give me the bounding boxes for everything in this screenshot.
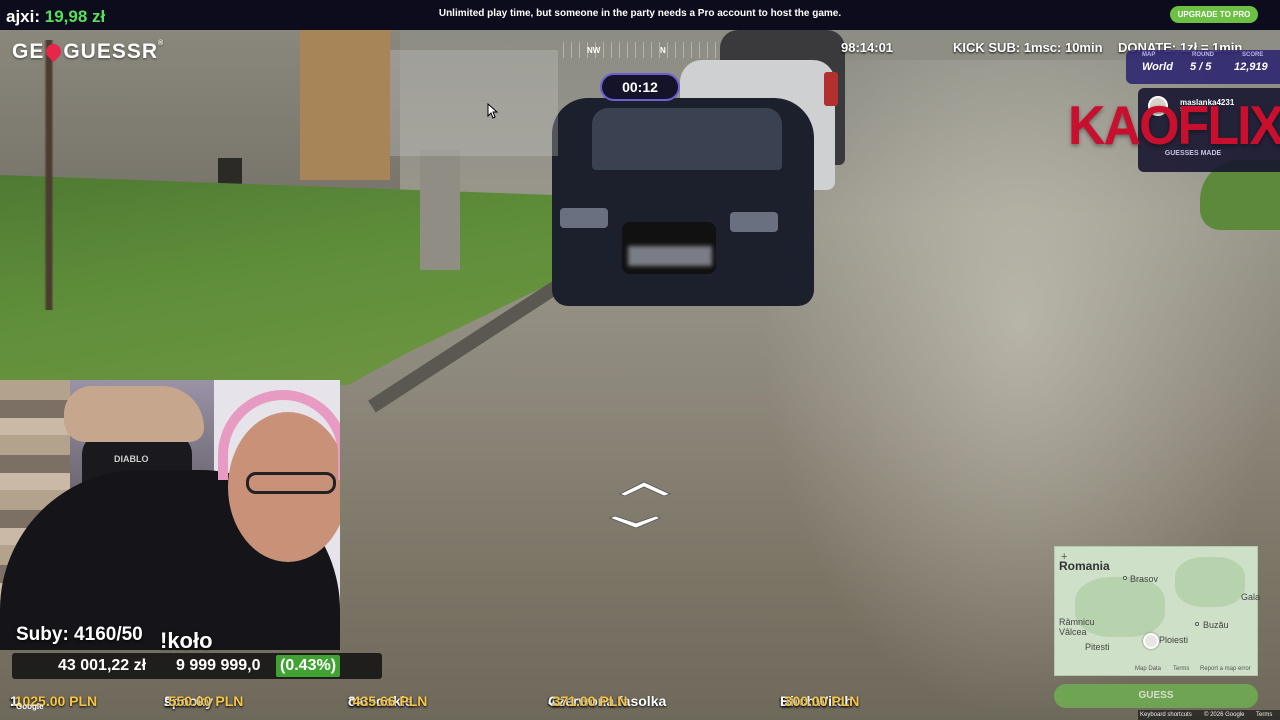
city-dot (1123, 576, 1127, 580)
balance-label: ajxi: (6, 7, 41, 26)
logo-trademark: ® (158, 40, 165, 47)
tree (20, 40, 80, 310)
player-marker-icon (1143, 633, 1159, 649)
move-forward-icon[interactable] (619, 481, 672, 497)
subs-counter: Suby: 4160/50 (16, 624, 143, 645)
round-header: ROUND (1192, 52, 1214, 58)
donor-item: 2. spooky - 550.00 PLN (164, 690, 244, 709)
keyboard-shortcuts-link[interactable]: Keyboard shortcuts (1140, 710, 1192, 720)
map-label-gal: Gala (1241, 592, 1261, 602)
cat (64, 386, 204, 442)
chat-command: !koło (160, 628, 213, 653)
round-value: 5 / 5 (1190, 61, 1212, 73)
map-terms-link[interactable]: Terms (1173, 666, 1189, 672)
promo-text: Unlimited play time, but someone in the … (438, 8, 842, 19)
guess-minimap[interactable]: + Romania Brasov Gala Râmnicu Vâlcea Buz… (1054, 546, 1261, 676)
goal-current: 43 001,22 zł (58, 657, 147, 674)
map-label-country: Romania (1059, 559, 1110, 573)
map-attribution: Map Data Terms Report a map error (1055, 665, 1259, 675)
map-header: MAP (1142, 52, 1156, 58)
blurred-plate (628, 246, 712, 266)
score-value: 12,919 (1234, 61, 1268, 73)
chair-brand: DIABLO (114, 454, 149, 464)
kick-sub-info: KICK SUB: 1msc: 10min (953, 40, 1103, 55)
mouse-cursor-icon (486, 102, 499, 119)
map-data-link[interactable]: Map Data (1135, 666, 1161, 672)
city-dot (1195, 622, 1199, 626)
compass-n: N (660, 46, 666, 55)
top-donors-ticker: 1. ... - 1025.00 PLN 2. spooky - 550.00 … (0, 687, 1050, 711)
score-header: SCORE (1242, 52, 1264, 58)
kaoflix-brand: KAOFLIX (1068, 95, 1280, 157)
goal-target: 9 999 999,0 (176, 657, 261, 674)
map-label-buzau: Buzău (1203, 620, 1229, 630)
car-headlight-left (560, 208, 608, 228)
compass[interactable]: NW N (563, 42, 719, 58)
game-status-panel: MAP World ROUND 5 / 5 SCORE 12,919 (1126, 50, 1280, 84)
donation-goal: 43 001,22 zł 9 999 999,0 (0.43%) (12, 653, 382, 679)
geoguessr-logo[interactable]: GE GUESSR® (12, 40, 164, 64)
balance: ajxi: 19,98 zł (6, 7, 105, 27)
move-back-icon[interactable] (608, 515, 661, 529)
car-headlight-right (730, 212, 778, 232)
glasses (246, 472, 336, 494)
donor-item: 3. catsookie - 435.66 PLN (348, 690, 428, 709)
map-pin-icon (43, 40, 65, 63)
top-bar: ajxi: 19,98 zł Unlimited play time, but … (0, 0, 1280, 30)
terms-link[interactable]: Terms (1256, 710, 1272, 720)
google-logo: Google (16, 702, 44, 711)
stream-frame: ajxi: 19,98 zł Unlimited play time, but … (0, 0, 1280, 720)
donor-item: 5. BitchWitch - 300.00 PLN (780, 690, 860, 709)
map-label-brasov: Brasov (1130, 574, 1159, 584)
round-timer: 00:12 (600, 73, 680, 101)
donor-item: 4. Czerwona fasolka - 371.00 PLN (548, 690, 667, 709)
donor-item: 1. ... - 1025.00 PLN (10, 690, 98, 709)
balance-amount: 19,98 zł (44, 7, 106, 26)
move-arrows[interactable] (606, 478, 676, 538)
stream-clock: 98:14:01 (841, 40, 894, 55)
map-value: World (1142, 61, 1173, 73)
map-label-rv: Râmnicu Vâlcea (1059, 617, 1095, 637)
logo-text-b: GUESSR (63, 40, 159, 63)
copyright: © 2026 Google (1204, 712, 1245, 718)
blurred-overlay (390, 50, 558, 156)
webcam-overlay: DIABLO (0, 380, 340, 650)
upgrade-button[interactable]: UPGRADE TO PRO (1170, 6, 1258, 23)
goal-percent: (0.43%) (276, 655, 341, 677)
google-footer: Keyboard shortcuts © 2026 Google Terms (1138, 710, 1280, 720)
guess-button[interactable]: GUESS (1054, 684, 1258, 708)
map-report-link[interactable]: Report a map error (1200, 666, 1251, 672)
car-windshield (592, 108, 782, 170)
car-taillight (824, 72, 838, 106)
map-label-pitesti: Pitesti (1085, 642, 1110, 652)
map-terrain (1175, 557, 1245, 607)
compass-nw: NW (587, 46, 601, 55)
concrete-pole (420, 150, 460, 270)
map-label-ploiesti: Ploiesti (1159, 635, 1189, 645)
wooden-door (300, 30, 390, 180)
logo-text-a: GE (12, 40, 45, 63)
